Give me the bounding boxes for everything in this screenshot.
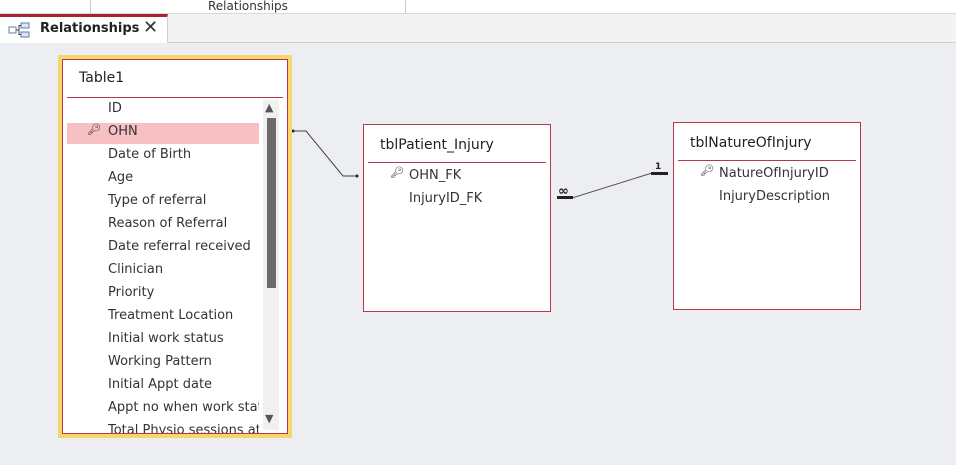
table-title: tblPatient_Injury (380, 137, 494, 153)
table-title: tblNatureOfInjury (690, 135, 812, 151)
relationship-line-injury (571, 172, 653, 199)
primary-key-icon: 🔑︎ (700, 164, 714, 177)
table-tblnatureofinjury[interactable]: tblNatureOfInjury 🔑︎ NatureOfInjuryID In… (673, 122, 861, 310)
field-row[interactable]: Priority (67, 284, 259, 305)
field-injuryid-fk[interactable]: InjuryID_FK (409, 191, 482, 206)
field-row[interactable]: ID (67, 100, 259, 121)
scrollbar-thumb[interactable] (267, 118, 276, 288)
field-injurydescription[interactable]: InjuryDescription (719, 189, 830, 204)
field-row[interactable]: Appt no when work status (67, 399, 259, 420)
scroll-down-icon[interactable]: ▼ (265, 412, 273, 425)
relationship-line-ohn (292, 130, 358, 177)
field-row[interactable]: Age (67, 169, 259, 190)
many-label: ∞ (558, 184, 569, 199)
table-title: Table1 (79, 70, 125, 86)
field-row[interactable]: Date referral received (67, 238, 259, 259)
primary-key-icon: 🔑︎ (390, 166, 404, 179)
one-label: 1 (655, 162, 661, 172)
scrollbar[interactable]: ▲ ▼ (263, 100, 279, 430)
field-row[interactable]: Treatment Location (67, 307, 259, 328)
field-row[interactable]: Initial work status (67, 330, 259, 351)
field-row[interactable]: Working Pattern (67, 353, 259, 374)
field-row[interactable]: Date of Birth (67, 146, 259, 167)
field-row[interactable]: Total Physio sessions att (67, 422, 259, 433)
field-natureofinjuryid[interactable]: NatureOfInjuryID (719, 166, 829, 181)
table-table1[interactable]: Table1 ID OHN 🔑︎ Date of Birth Age Type of re… (62, 59, 288, 434)
field-row[interactable]: Clinician (67, 261, 259, 282)
field-row[interactable]: Initial Appt date (67, 376, 259, 397)
scroll-up-icon[interactable]: ▲ (265, 101, 273, 114)
field-row[interactable]: Type of referral (67, 192, 259, 213)
primary-key-icon: 🔑︎ (87, 123, 101, 136)
field-row[interactable]: Reason of Referral (67, 215, 259, 236)
field-ohn-fk[interactable]: OHN_FK (409, 168, 461, 183)
table-tblpatient-injury[interactable]: tblPatient_Injury 🔑︎ OHN_FK InjuryID_FK (363, 124, 551, 312)
